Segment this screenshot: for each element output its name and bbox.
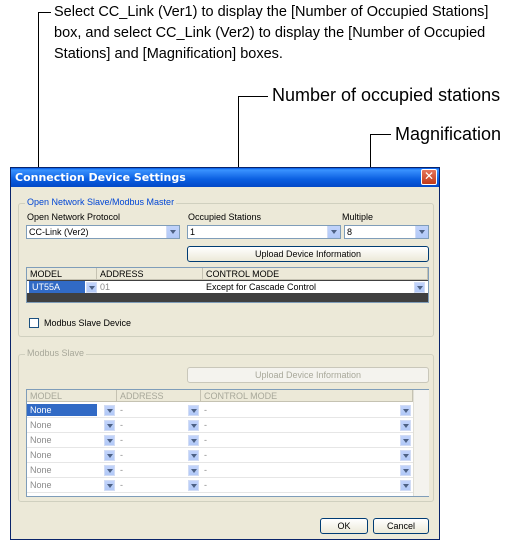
column-header-model: MODEL bbox=[27, 268, 97, 280]
magnification-select[interactable]: 8 bbox=[344, 225, 429, 239]
annotation-occupied-stations: Number of occupied stations bbox=[272, 85, 501, 105]
chevron-down-icon[interactable] bbox=[166, 226, 179, 238]
chevron-down-icon[interactable] bbox=[400, 405, 411, 416]
address-cell[interactable]: - bbox=[117, 449, 187, 461]
protocol-select[interactable]: CC-Link (Ver2) bbox=[26, 225, 180, 239]
connection-device-settings-dialog: Connection Device Settings ✕ Open Networ… bbox=[10, 167, 440, 540]
callout-line-3-h bbox=[370, 134, 391, 135]
chevron-down-icon[interactable] bbox=[188, 450, 199, 461]
address-cell[interactable]: 01 bbox=[97, 281, 201, 293]
chevron-down-icon[interactable] bbox=[104, 420, 115, 431]
chevron-down-icon[interactable] bbox=[188, 420, 199, 431]
modbus-slave-group-title: Modbus Slave bbox=[25, 348, 87, 358]
occupied-stations-value: 1 bbox=[190, 227, 196, 237]
address-cell[interactable]: - bbox=[117, 404, 187, 416]
occupied-stations-label: Occupied Stations bbox=[188, 212, 262, 222]
modbus-column-header-control-mode: CONTROL MODE bbox=[201, 390, 413, 402]
annotation-protocol-note: Select CC_Link (Ver1) to display the [Nu… bbox=[54, 4, 489, 62]
model-cell[interactable]: None bbox=[27, 419, 97, 431]
dialog-titlebar: Connection Device Settings ✕ bbox=[11, 168, 439, 187]
control-mode-cell[interactable]: - bbox=[201, 464, 391, 476]
chevron-down-icon[interactable] bbox=[104, 435, 115, 446]
close-icon[interactable]: ✕ bbox=[421, 169, 437, 185]
chevron-down-icon[interactable] bbox=[400, 465, 411, 476]
device-grid: MODEL ADDRESS CONTROL MODE UT55A 01 Exce… bbox=[26, 267, 429, 303]
table-row[interactable]: None - - bbox=[27, 464, 413, 478]
model-cell[interactable]: None bbox=[27, 464, 97, 476]
table-row[interactable]: None - - bbox=[27, 419, 413, 433]
address-cell[interactable]: - bbox=[117, 464, 187, 476]
protocol-label: Open Network Protocol bbox=[27, 212, 121, 222]
magnification-label: Multiple bbox=[342, 212, 374, 222]
modbus-slave-checkbox[interactable] bbox=[29, 318, 39, 328]
chevron-down-icon[interactable] bbox=[400, 435, 411, 446]
control-mode-cell[interactable]: - bbox=[201, 419, 391, 431]
annotation-magnification: Magnification bbox=[395, 124, 502, 144]
chevron-down-icon[interactable] bbox=[104, 450, 115, 461]
dialog-title: Connection Device Settings bbox=[15, 171, 186, 184]
modbus-column-header-address: ADDRESS bbox=[117, 390, 201, 402]
modbus-column-header-model: MODEL bbox=[27, 390, 117, 402]
chevron-down-icon[interactable] bbox=[188, 465, 199, 476]
table-row[interactable]: None - - bbox=[27, 479, 413, 493]
address-cell[interactable]: - bbox=[117, 434, 187, 446]
model-cell[interactable]: None bbox=[27, 479, 97, 491]
modbus-device-grid: MODEL ADDRESS CONTROL MODE None - - None - - N… bbox=[26, 389, 429, 497]
callout-line-1-h bbox=[38, 12, 51, 13]
chevron-down-icon[interactable] bbox=[86, 282, 97, 293]
table-row[interactable]: None - - bbox=[27, 434, 413, 448]
ok-button[interactable]: OK bbox=[320, 518, 368, 534]
control-mode-cell[interactable]: Except for Cascade Control bbox=[203, 281, 403, 293]
chevron-down-icon[interactable] bbox=[400, 480, 411, 491]
control-mode-cell[interactable]: - bbox=[201, 404, 391, 416]
table-row[interactable]: None - - bbox=[27, 449, 413, 463]
upload-device-information-button[interactable]: Upload Device Information bbox=[187, 246, 429, 262]
magnification-value: 8 bbox=[347, 227, 353, 237]
vertical-scrollbar[interactable] bbox=[413, 390, 429, 496]
table-row[interactable]: UT55A 01 Except for Cascade Control bbox=[27, 281, 428, 293]
column-header-address: ADDRESS bbox=[97, 268, 203, 280]
protocol-value: CC-Link (Ver2) bbox=[29, 227, 89, 237]
cancel-button[interactable]: Cancel bbox=[373, 518, 429, 534]
callout-line-2-h bbox=[238, 96, 268, 97]
chevron-down-icon[interactable] bbox=[327, 226, 340, 238]
chevron-down-icon[interactable] bbox=[104, 405, 115, 416]
chevron-down-icon[interactable] bbox=[188, 435, 199, 446]
control-mode-cell[interactable]: - bbox=[201, 479, 391, 491]
address-cell[interactable]: - bbox=[117, 419, 187, 431]
chevron-down-icon[interactable] bbox=[104, 465, 115, 476]
column-header-control-mode: CONTROL MODE bbox=[203, 268, 428, 280]
chevron-down-icon[interactable] bbox=[400, 420, 411, 431]
model-cell[interactable]: UT55A bbox=[29, 281, 85, 293]
open-network-group-title: Open Network Slave/Modbus Master bbox=[25, 197, 177, 207]
modbus-upload-device-information-button[interactable]: Upload Device Information bbox=[187, 367, 429, 383]
control-mode-cell[interactable]: - bbox=[201, 434, 391, 446]
model-cell[interactable]: None bbox=[27, 449, 97, 461]
control-mode-cell[interactable]: - bbox=[201, 449, 391, 461]
chevron-down-icon[interactable] bbox=[415, 226, 428, 238]
chevron-down-icon[interactable] bbox=[188, 480, 199, 491]
chevron-down-icon[interactable] bbox=[414, 282, 425, 293]
address-cell[interactable]: - bbox=[117, 479, 187, 491]
chevron-down-icon[interactable] bbox=[400, 450, 411, 461]
occupied-stations-select[interactable]: 1 bbox=[187, 225, 341, 239]
model-cell[interactable]: None bbox=[27, 434, 97, 446]
model-cell[interactable]: None bbox=[27, 404, 97, 416]
table-row[interactable]: None - - bbox=[27, 404, 413, 418]
chevron-down-icon[interactable] bbox=[188, 405, 199, 416]
modbus-slave-checkbox-label: Modbus Slave Device bbox=[44, 318, 132, 328]
chevron-down-icon[interactable] bbox=[104, 480, 115, 491]
